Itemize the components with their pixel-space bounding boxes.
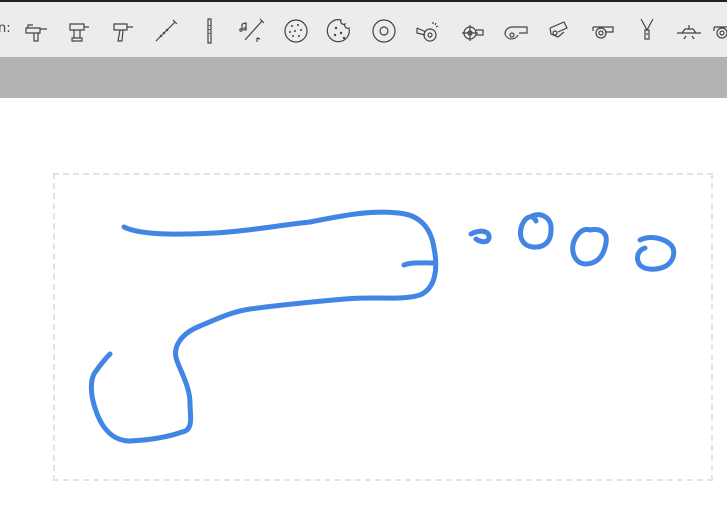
ink-stroke-circle-2	[570, 226, 609, 267]
coach-whistle-icon[interactable]	[587, 14, 621, 48]
power-drill-icon[interactable]	[106, 14, 140, 48]
cannon-icon[interactable]	[499, 14, 533, 48]
ink-strokes	[88, 209, 677, 444]
cannon-target-icon[interactable]	[454, 14, 488, 48]
cookie-icon[interactable]	[323, 14, 357, 48]
disc-icon[interactable]	[367, 14, 401, 48]
handwriting-toolbar-strip	[0, 57, 727, 98]
suggestions-bar: n:	[0, 0, 727, 57]
suggestions-prefix: n:	[0, 21, 11, 36]
referee-whistle-icon[interactable]	[542, 14, 576, 48]
whistle-icon[interactable]	[411, 14, 445, 48]
cordless-drill-icon[interactable]	[62, 14, 96, 48]
ink-stroke-tick	[401, 260, 437, 268]
flute-icon[interactable]	[149, 14, 183, 48]
round-cracker-icon[interactable]	[279, 14, 313, 48]
music-flute-icon[interactable]	[236, 14, 270, 48]
drawing-canvas[interactable]	[0, 98, 727, 507]
whistle-partial-icon[interactable]	[708, 14, 727, 48]
ink-stroke-circle-1	[517, 212, 554, 250]
ink-stroke-small-curl	[468, 228, 492, 245]
lanyard-whistle-icon[interactable]	[630, 14, 664, 48]
hand-drill-icon[interactable]	[20, 14, 54, 48]
recorder-icon[interactable]	[192, 14, 226, 48]
airplane-icon[interactable]	[672, 14, 706, 48]
ink-stroke-circle-3	[635, 235, 677, 272]
ink-stroke-main	[88, 209, 439, 444]
